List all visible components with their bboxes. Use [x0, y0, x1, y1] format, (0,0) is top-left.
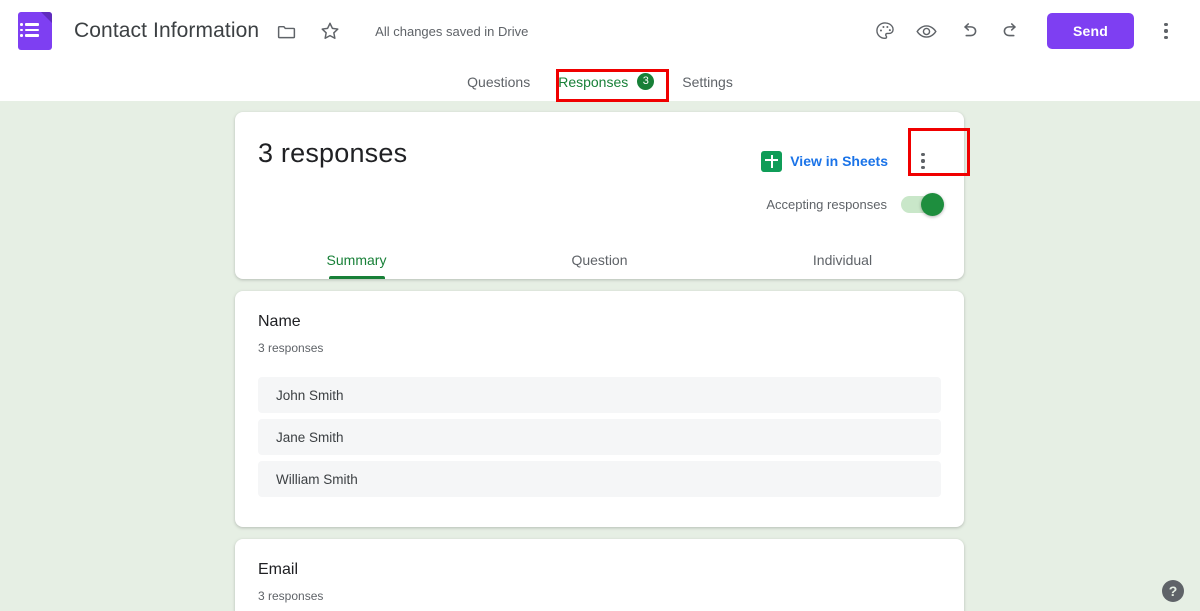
subtab-question-label: Question [571, 252, 628, 268]
save-status-text: All changes saved in Drive [375, 23, 529, 39]
question-summary-card: Email 3 responses [235, 539, 964, 611]
folder-icon[interactable] [269, 14, 303, 48]
google-forms-icon [18, 12, 52, 50]
question-title: Email [258, 561, 299, 578]
accepting-responses-toggle[interactable] [901, 193, 944, 216]
responses-summary-card: 3 responses View in Sheets Accepting res… [235, 112, 964, 279]
question-title: Name [258, 313, 301, 330]
star-icon[interactable] [313, 14, 347, 48]
responses-body: 3 responses View in Sheets Accepting res… [0, 101, 1200, 611]
accepting-responses-row: Accepting responses [766, 193, 944, 216]
subtab-question[interactable]: Question [478, 252, 721, 279]
answer-row: William Smith [258, 461, 941, 497]
subtab-summary-label: Summary [326, 252, 387, 268]
subtab-summary[interactable]: Summary [235, 252, 478, 279]
main-tab-bar: Questions Responses 3 Settings [0, 62, 1200, 101]
tab-responses[interactable]: Responses 3 [544, 65, 668, 98]
accepting-responses-label: Accepting responses [766, 197, 887, 212]
tab-settings-label: Settings [682, 73, 733, 90]
eye-icon[interactable] [907, 11, 947, 51]
answer-row: John Smith [258, 377, 941, 413]
app-header: Contact Information All changes saved in… [0, 0, 1200, 101]
response-count-heading: 3 responses [258, 138, 408, 168]
send-button[interactable]: Send [1046, 13, 1134, 49]
header-top-row: Contact Information All changes saved in… [0, 0, 1200, 62]
answer-list: John Smith Jane Smith William Smith [258, 377, 941, 497]
document-title[interactable]: Contact Information [74, 19, 259, 43]
subtab-individual[interactable]: Individual [721, 252, 964, 279]
header-actions: Send [865, 0, 1186, 62]
responses-more-options-button[interactable] [904, 142, 942, 180]
answer-row: Jane Smith [258, 419, 941, 455]
more-vert-icon[interactable] [1146, 11, 1186, 51]
tab-responses-label: Responses [558, 73, 629, 90]
tab-questions[interactable]: Questions [453, 66, 544, 98]
subtab-individual-label: Individual [812, 252, 873, 268]
question-response-count: 3 responses [258, 589, 324, 603]
help-icon[interactable]: ? [1162, 580, 1184, 602]
tab-questions-label: Questions [467, 73, 531, 90]
responses-subtab-bar: Summary Question Individual [235, 233, 964, 279]
responses-count-badge: 3 [637, 73, 655, 90]
google-sheets-icon [761, 150, 783, 172]
view-in-sheets-link[interactable]: View in Sheets [790, 153, 888, 169]
tab-settings[interactable]: Settings [668, 66, 747, 98]
question-summary-card: Name 3 responses John Smith Jane Smith W… [235, 291, 964, 527]
question-response-count: 3 responses [258, 341, 324, 355]
sheets-actions: View in Sheets [761, 142, 942, 180]
undo-icon[interactable] [949, 11, 989, 51]
redo-icon[interactable] [991, 11, 1031, 51]
palette-icon[interactable] [865, 11, 905, 51]
